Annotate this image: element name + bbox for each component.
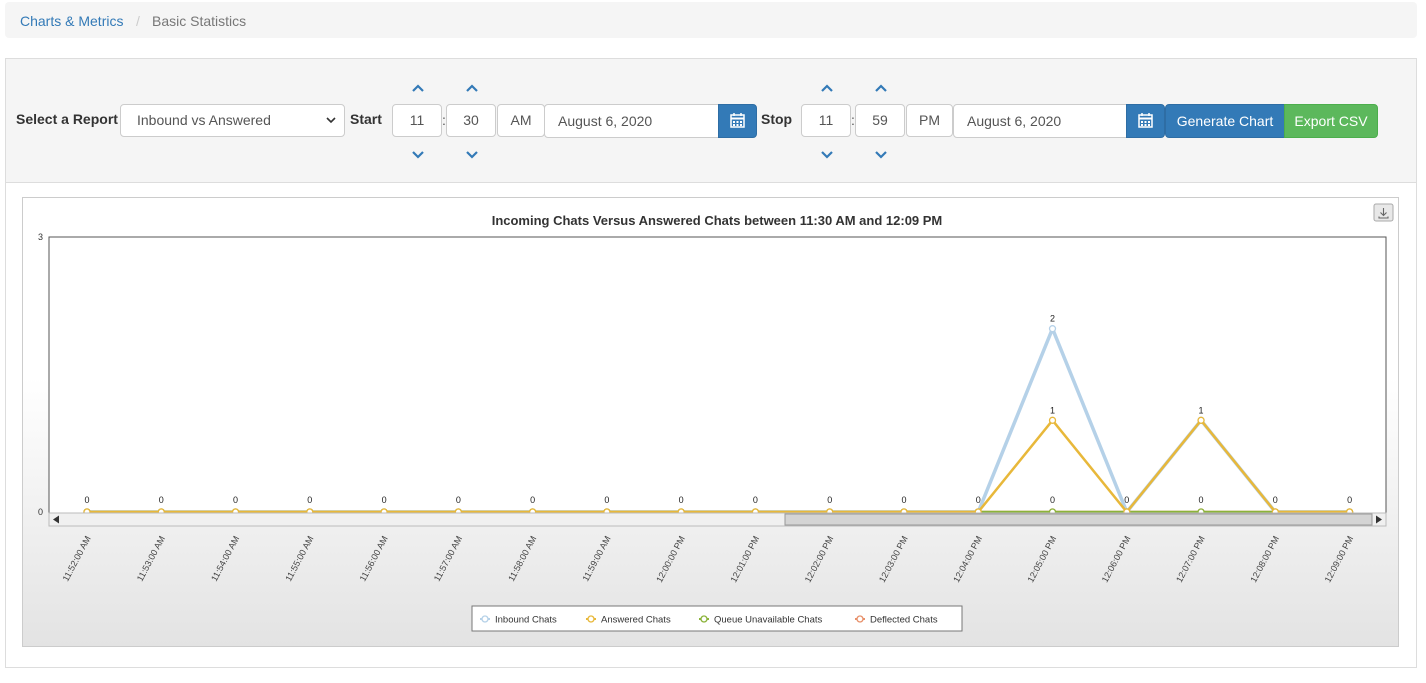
report-toolbar: Select a Report Inbound vs Answered Star… <box>6 59 1416 183</box>
breadcrumb-separator: / <box>136 13 140 29</box>
data-point[interactable] <box>1197 416 1205 424</box>
start-ampm-toggle[interactable]: AM <box>497 104 545 137</box>
breadcrumb-current: Basic Statistics <box>152 13 247 29</box>
x-tick-label: 11:58:00 AM <box>506 534 538 583</box>
stop-minute-decrement-icon[interactable] <box>874 150 888 160</box>
data-label: 0 <box>679 495 684 505</box>
download-chart-button[interactable] <box>1373 203 1394 222</box>
x-tick-label: 11:53:00 AM <box>135 534 167 583</box>
legend-marker <box>587 615 595 623</box>
export-csv-button[interactable]: Export CSV <box>1284 104 1378 138</box>
data-label: 0 <box>604 495 609 505</box>
x-tick-label: 11:54:00 AM <box>209 534 241 583</box>
breadcrumb-charts-metrics-link[interactable]: Charts & Metrics <box>20 13 123 29</box>
x-tick-label: 11:52:00 AM <box>61 534 93 583</box>
data-label: 1 <box>1199 405 1204 415</box>
breadcrumb: Charts & Metrics / Basic Statistics <box>5 2 1417 38</box>
x-tick-label: 12:05:00 PM <box>1025 534 1058 584</box>
x-tick-label: 11:59:00 AM <box>580 534 612 583</box>
data-point[interactable] <box>1048 325 1057 333</box>
data-label: 0 <box>1124 495 1129 505</box>
start-calendar-button[interactable] <box>718 104 757 138</box>
stop-minute-increment-icon[interactable] <box>874 83 888 93</box>
report-panel: Select a Report Inbound vs Answered Star… <box>5 58 1417 668</box>
horizontal-scrollbar[interactable] <box>48 512 1387 527</box>
start-hour-increment-icon[interactable] <box>411 83 425 93</box>
chart-legend: Inbound Chats Answered Chats Queue Unavail… <box>471 605 963 632</box>
y-tick-label: 0 <box>38 507 43 517</box>
line-chart: Incoming Chats Versus Answered Chats bet… <box>38 203 1394 632</box>
data-label: 0 <box>159 495 164 505</box>
start-date-input[interactable]: August 6, 2020 <box>544 104 719 138</box>
data-label: 0 <box>901 495 906 505</box>
data-label: 0 <box>1050 495 1055 505</box>
x-tick-label: 12:09:00 PM <box>1323 534 1356 584</box>
data-label: 2 <box>1050 314 1055 324</box>
y-tick-label: 3 <box>38 232 43 242</box>
stop-calendar-button[interactable] <box>1126 104 1165 138</box>
data-label: 0 <box>307 495 312 505</box>
calendar-icon <box>730 113 745 128</box>
data-label: 0 <box>1199 495 1204 505</box>
start-minute-increment-icon[interactable] <box>465 83 479 93</box>
legend-label: Answered Chats <box>601 615 671 626</box>
data-label: 0 <box>530 495 535 505</box>
data-label: 0 <box>976 495 981 505</box>
chevron-down-icon <box>326 105 336 149</box>
stop-ampm-toggle[interactable]: PM <box>906 104 953 137</box>
stop-label: Stop <box>761 111 793 127</box>
x-tick-label: 11:56:00 AM <box>358 534 390 583</box>
x-tick-label: 11:57:00 AM <box>432 534 464 583</box>
start-label: Start <box>350 111 382 127</box>
chart-container: Incoming Chats Versus Answered Chats bet… <box>22 197 1399 647</box>
x-tick-label: 12:01:00 PM <box>728 534 761 584</box>
stop-hour-decrement-icon[interactable] <box>820 150 834 160</box>
stop-date-input[interactable]: August 6, 2020 <box>953 104 1127 138</box>
scrollbar-thumb[interactable] <box>784 513 1373 526</box>
x-tick-label: 12:06:00 PM <box>1100 534 1133 584</box>
data-point[interactable] <box>1048 416 1057 424</box>
data-label: 0 <box>456 495 461 505</box>
select-report-label: Select a Report <box>16 111 118 127</box>
x-tick-label: 12:02:00 PM <box>803 534 836 584</box>
x-tick-label: 12:04:00 PM <box>951 534 984 584</box>
plot-area <box>48 236 1387 514</box>
legend-item-queue-unavailable-chats[interactable]: Queue Unavailable Chats <box>699 615 823 626</box>
stop-hour-increment-icon[interactable] <box>820 83 834 93</box>
data-label: 1 <box>1050 405 1055 415</box>
start-hour-decrement-icon[interactable] <box>411 150 425 160</box>
data-label: 0 <box>233 495 238 505</box>
legend-label: Deflected Chats <box>870 615 938 626</box>
data-label: 0 <box>84 495 89 505</box>
legend-marker <box>481 615 489 623</box>
start-minute-decrement-icon[interactable] <box>465 150 479 160</box>
data-label: 0 <box>753 495 758 505</box>
report-select[interactable]: Inbound vs Answered <box>120 104 345 137</box>
chart-title: Incoming Chats Versus Answered Chats bet… <box>492 213 943 228</box>
x-tick-label: 11:55:00 AM <box>283 534 315 583</box>
legend-marker <box>856 615 864 623</box>
generate-chart-button[interactable]: Generate Chart <box>1165 104 1285 138</box>
data-label: 0 <box>827 495 832 505</box>
x-tick-label: 12:03:00 PM <box>877 534 910 584</box>
calendar-icon <box>1138 113 1153 128</box>
legend-marker <box>700 615 708 623</box>
data-label: 0 <box>1273 495 1278 505</box>
stop-minute-input[interactable]: 59 <box>855 104 905 137</box>
legend-label: Queue Unavailable Chats <box>714 615 823 626</box>
x-tick-label: 12:07:00 PM <box>1174 534 1207 584</box>
legend-label: Inbound Chats <box>495 615 557 626</box>
start-hour-input[interactable]: 11 <box>392 104 442 137</box>
data-label: 0 <box>1347 495 1352 505</box>
x-tick-label: 12:08:00 PM <box>1248 534 1281 584</box>
data-label: 0 <box>382 495 387 505</box>
start-minute-input[interactable]: 30 <box>446 104 496 137</box>
x-tick-label: 12:00:00 PM <box>654 534 687 584</box>
stop-hour-input[interactable]: 11 <box>801 104 851 137</box>
report-select-value: Inbound vs Answered <box>137 112 271 128</box>
